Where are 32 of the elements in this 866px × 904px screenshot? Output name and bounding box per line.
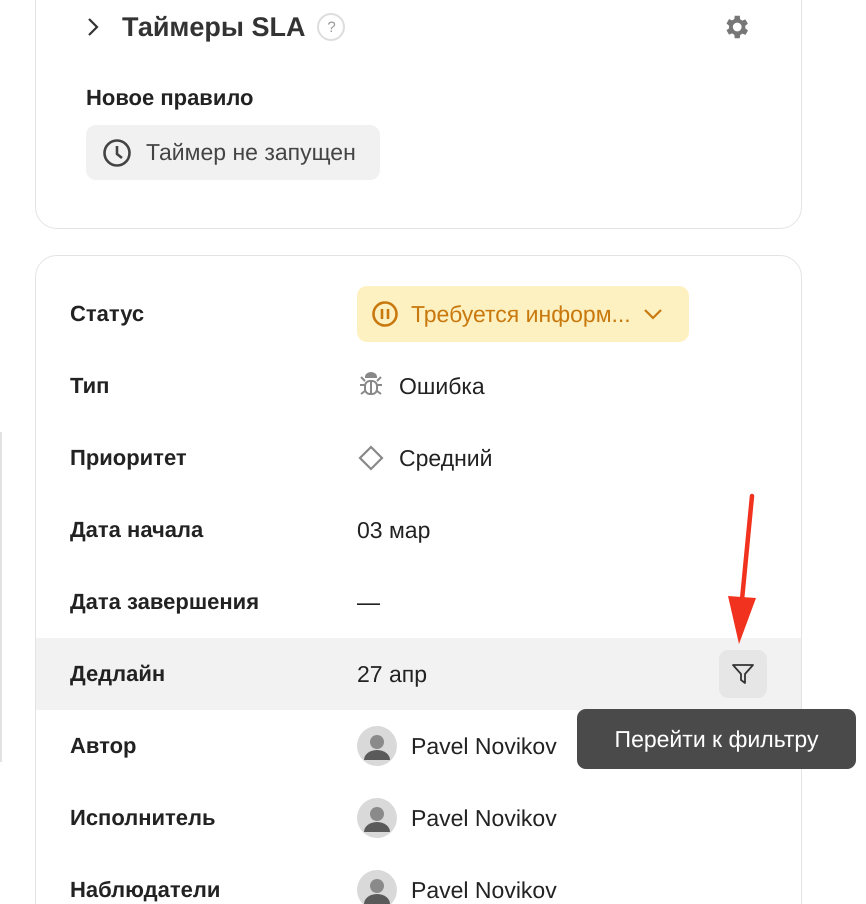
pause-icon [371,300,399,328]
avatar-icon [357,798,397,838]
filter-button[interactable] [719,650,767,698]
user-name: Pavel Novikov [411,876,557,904]
field-label: Исполнитель [70,805,217,831]
priority-value: Средний [399,444,493,472]
rule-title: Новое правило [86,85,254,111]
field-label: Дедлайн [70,661,166,687]
clock-icon [102,138,132,168]
tooltip: Перейти к фильтру [577,709,856,769]
field-value: 27 апр [357,660,428,688]
help-icon[interactable]: ? [317,13,346,41]
field-label: Автор [70,733,138,759]
field-label: Наблюдатели [70,877,222,903]
type-value: Ошибка [399,372,485,400]
chevron-right-icon[interactable] [86,16,100,38]
chevron-down-icon [642,308,663,320]
user-name: Pavel Novikov [411,732,557,760]
field-label: Статус [70,301,146,327]
user-name: Pavel Novikov [411,804,557,832]
diamond-icon [357,444,385,472]
avatar-icon [357,726,397,766]
field-label: Тип [70,373,110,399]
status-dropdown[interactable]: Требуется информ... [357,286,689,342]
field-label: Дата завершения [70,589,260,615]
field-label: Дата начала [70,517,204,543]
filter-icon [730,661,756,687]
section-title: Таймеры SLA [122,12,306,42]
field-value: — [357,588,380,616]
timer-text: Таймер не запущен [146,139,356,166]
field-value: 03 мар [357,516,430,544]
field-label: Приоритет [70,445,188,471]
